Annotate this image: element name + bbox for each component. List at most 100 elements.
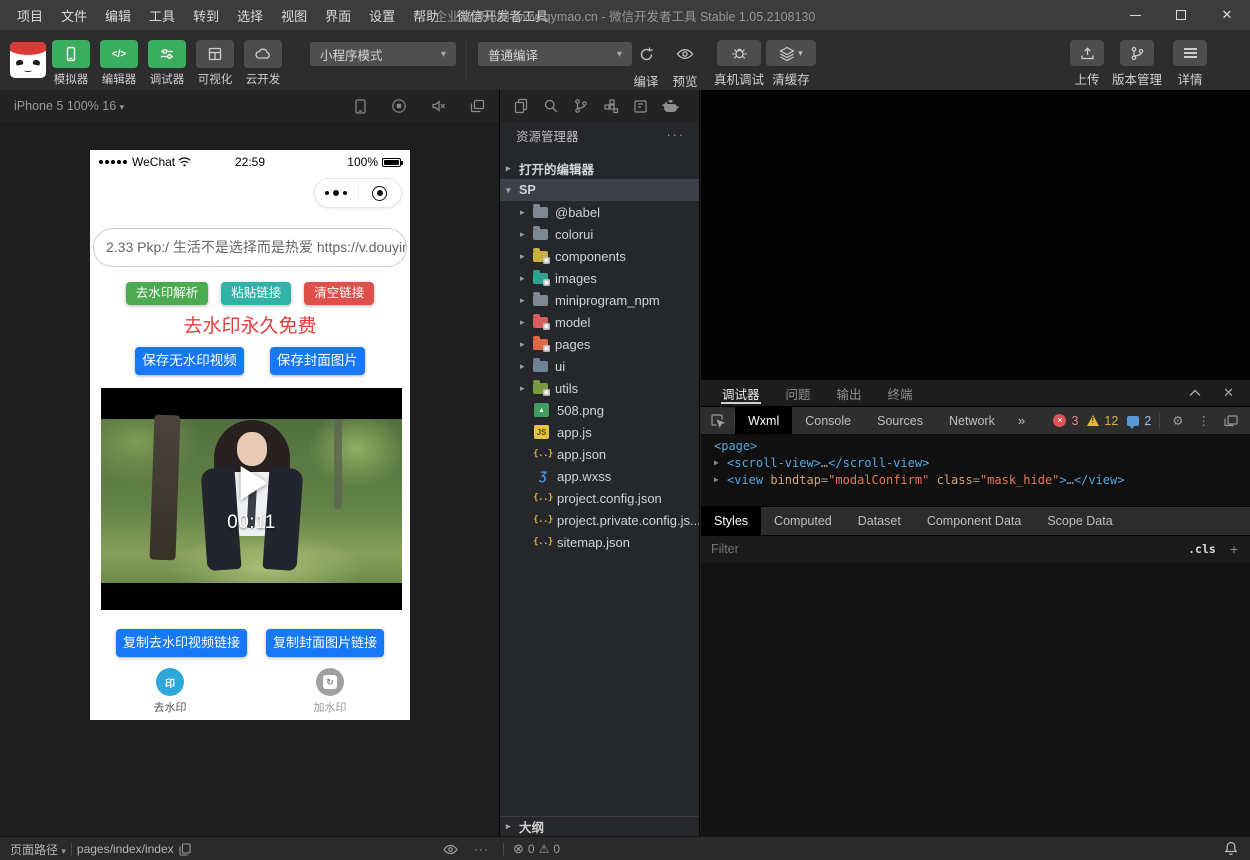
menu-item[interactable]: 编辑 <box>96 6 140 25</box>
tree-item-@babel[interactable]: ▸@babel <box>500 201 699 223</box>
home-icon[interactable] <box>359 186 402 201</box>
avatar[interactable] <box>10 42 46 78</box>
error-icon[interactable]: ✕ <box>1053 414 1066 427</box>
menu-item[interactable]: 设置 <box>360 6 404 25</box>
clear-cache-button[interactable]: ▾ 清缓存 <box>765 40 817 88</box>
clear-link-button[interactable]: 清空链接 <box>304 282 374 305</box>
copy-cover-link-button[interactable]: 复制封面图片链接 <box>266 629 384 657</box>
tree-item-components[interactable]: ▸components <box>500 245 699 267</box>
warning-icon[interactable] <box>1087 415 1099 426</box>
save-video-button[interactable]: 保存无水印视频 <box>135 347 244 375</box>
tree-item-model[interactable]: ▸model <box>500 311 699 333</box>
link-input[interactable]: 2.33 Pkp:/ 生活不是选择而是热爱 https://v.douyin.c <box>93 228 407 267</box>
tab-debugger[interactable]: 调试器 <box>709 380 773 406</box>
menu-item[interactable]: 选择 <box>228 6 272 25</box>
settings-gear-icon[interactable]: ⚙ <box>1172 413 1183 428</box>
visibility-toggle-icon[interactable] <box>443 837 458 860</box>
extensions-icon[interactable] <box>603 98 619 114</box>
git-branch-icon[interactable] <box>573 98 589 114</box>
tab-computed[interactable]: Computed <box>761 507 845 535</box>
inspect-element-icon[interactable] <box>701 413 734 428</box>
visualization-toggle-button[interactable]: 可视化 <box>191 40 239 87</box>
tree-item-project.config.json[interactable]: {..}project.config.json <box>500 487 699 509</box>
mode-select[interactable]: 小程序模式 ▾ <box>310 42 456 66</box>
new-style-rule-button[interactable]: + <box>1230 541 1238 557</box>
close-button[interactable]: ✕ <box>1204 0 1250 30</box>
upload-button[interactable]: 上传 <box>1063 40 1111 88</box>
editor-layout-icon[interactable] <box>633 99 648 114</box>
tab-sources[interactable]: Sources <box>864 407 936 434</box>
maximize-button[interactable] <box>1158 0 1204 30</box>
npm-teapot-icon[interactable] <box>662 99 679 113</box>
notification-bell-icon[interactable] <box>1224 841 1238 856</box>
cloud-dev-button[interactable]: 云开发 <box>239 40 287 87</box>
dock-side-icon[interactable] <box>1224 415 1238 427</box>
minimize-button[interactable] <box>1112 0 1158 30</box>
files-icon[interactable] <box>513 98 529 114</box>
details-button[interactable]: 详情 <box>1166 40 1214 88</box>
copy-video-link-button[interactable]: 复制去水印视频链接 <box>116 629 247 657</box>
tab-output[interactable]: 输出 <box>824 380 875 406</box>
expand-icon[interactable]: ▶ <box>714 475 727 484</box>
windows-icon[interactable] <box>470 99 485 113</box>
collapse-icon[interactable] <box>1189 389 1201 397</box>
device-frame-icon[interactable] <box>354 99 367 114</box>
tab-terminal[interactable]: 终端 <box>875 380 926 406</box>
tab-dataset[interactable]: Dataset <box>845 507 914 535</box>
menu-item[interactable]: 界面 <box>316 6 360 25</box>
tab-wxml[interactable]: Wxml <box>735 407 792 434</box>
paste-link-button[interactable]: 粘贴链接 <box>221 282 291 305</box>
tab-component-data[interactable]: Component Data <box>914 507 1035 535</box>
device-select[interactable]: iPhone 5 100% 16 ▾ <box>14 99 124 113</box>
page-path-select[interactable]: 页面路径 ▾ <box>10 841 66 858</box>
tree-item-app.json[interactable]: {..}app.json <box>500 443 699 465</box>
menu-item[interactable]: 帮助 <box>404 6 448 25</box>
code-line[interactable]: ▶<scroll-view>…</scroll-view> <box>701 454 1250 471</box>
play-icon[interactable] <box>240 466 267 500</box>
tab-add-watermark[interactable]: ↻ 加水印 <box>250 666 410 720</box>
compile-select[interactable]: 普通编译 ▾ <box>478 42 632 66</box>
tree-item-sitemap.json[interactable]: {..}sitemap.json <box>500 531 699 553</box>
tree-item-miniprogram_npm[interactable]: ▸miniprogram_npm <box>500 289 699 311</box>
mute-icon[interactable] <box>431 99 446 113</box>
tab-console[interactable]: Console <box>792 407 864 434</box>
more-actions-icon[interactable]: ··· <box>667 128 686 142</box>
tree-item-pages[interactable]: ▸pages <box>500 333 699 355</box>
tab-remove-watermark[interactable]: 印 去水印 <box>90 666 250 720</box>
kebab-menu-icon[interactable]: ⋮ <box>1198 413 1211 428</box>
outline-section[interactable]: ▸ 大纲 <box>500 816 699 836</box>
tree-item-project.private.config.js...[interactable]: {..}project.private.config.js... <box>500 509 699 531</box>
code-line[interactable]: ▶<view bindtap="modalConfirm" class="mas… <box>701 471 1250 488</box>
simulator-toggle-button[interactable]: 模拟器 <box>47 40 95 87</box>
more-status-icon[interactable]: ··· <box>474 837 489 860</box>
menu-item[interactable]: 转到 <box>184 6 228 25</box>
record-icon[interactable] <box>391 98 407 114</box>
search-icon[interactable] <box>543 98 559 114</box>
problems-summary[interactable]: ⊗ 0 ⚠ 0 <box>513 837 560 860</box>
copy-path-icon[interactable] <box>179 843 191 856</box>
more-tabs-icon[interactable]: » <box>1008 413 1035 428</box>
tree-item-images[interactable]: ▸images <box>500 267 699 289</box>
video-player[interactable]: 00:11 <box>101 388 402 610</box>
menu-item[interactable]: 文件 <box>52 6 96 25</box>
filter-input[interactable] <box>701 541 1188 557</box>
more-icon[interactable] <box>315 190 358 196</box>
remote-debug-button[interactable]: 真机调试 <box>707 40 771 88</box>
preview-button[interactable]: 预览 <box>661 40 709 90</box>
tree-item-SP[interactable]: ▾SP <box>500 179 699 201</box>
menu-item[interactable]: 工具 <box>140 6 184 25</box>
tree-item-app.wxss[interactable]: Ʒapp.wxss <box>500 465 699 487</box>
close-panel-icon[interactable]: ✕ <box>1223 385 1234 401</box>
parse-watermark-button[interactable]: 去水印解析 <box>126 282 209 305</box>
save-cover-button[interactable]: 保存封面图片 <box>270 347 365 375</box>
menu-item[interactable]: 项目 <box>8 6 52 25</box>
version-control-button[interactable]: 版本管理 <box>1106 40 1168 88</box>
expand-icon[interactable]: ▶ <box>714 458 727 467</box>
tree-item-app.js[interactable]: JSapp.js <box>500 421 699 443</box>
menu-item[interactable]: 微信开发者工具 <box>448 6 557 25</box>
tab-scope-data[interactable]: Scope Data <box>1034 507 1125 535</box>
tab-network[interactable]: Network <box>936 407 1008 434</box>
tree-item-打开的编辑器[interactable]: ▸打开的编辑器 <box>500 157 699 179</box>
editor-toggle-button[interactable]: </> 编辑器 <box>95 40 143 87</box>
tree-item-ui[interactable]: ▸ui <box>500 355 699 377</box>
